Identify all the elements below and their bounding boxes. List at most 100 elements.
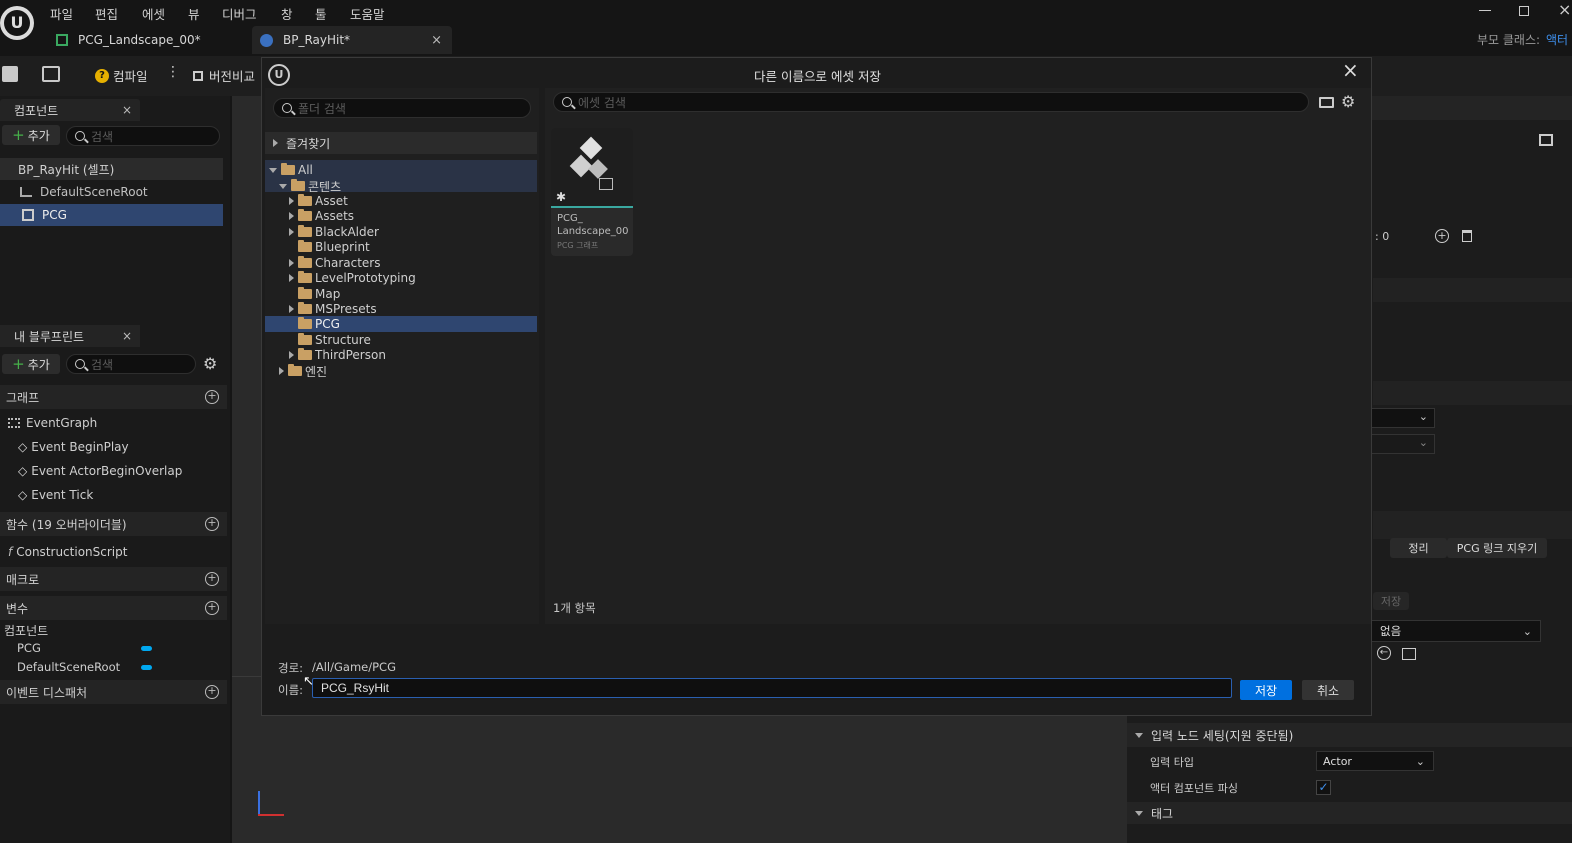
tab-pcg-landscape[interactable]: PCG_Landscape_00*	[56, 26, 246, 54]
tab-bp-rayhit[interactable]: BP_RayHit* ×	[252, 26, 452, 54]
menu-window[interactable]: 창	[281, 4, 293, 23]
menu-help[interactable]: 도움말	[350, 4, 385, 23]
graph-item-eventgraph[interactable]: EventGraph	[8, 415, 97, 431]
details-row	[1373, 381, 1572, 405]
diff-button[interactable]: 버전비교	[193, 66, 255, 85]
gear-icon[interactable]: ⚙	[1341, 92, 1355, 111]
parent-class-link[interactable]: 액터	[1546, 31, 1568, 48]
save-button-disabled[interactable]: 저장	[1373, 592, 1409, 610]
browse-folder-icon[interactable]	[1402, 648, 1416, 660]
table-view-icon[interactable]	[1539, 134, 1553, 146]
input-type-dropdown[interactable]: Actor ⌄	[1316, 751, 1434, 771]
variable-item-pcg[interactable]: PCG	[17, 640, 157, 656]
browse-icon[interactable]	[42, 66, 60, 82]
tree-item-blackalder[interactable]: BlackAlder	[289, 224, 379, 240]
folder-search-input[interactable]: 폴더 검색	[273, 98, 531, 118]
close-icon[interactable]: ×	[122, 103, 132, 117]
component-item-self[interactable]: BP_RayHit (셀프)	[0, 158, 223, 180]
close-icon[interactable]: ×	[1342, 58, 1359, 82]
menu-file[interactable]: 파일	[50, 4, 73, 23]
graph-section[interactable]: 그래프 +	[0, 385, 227, 409]
mouse-cursor-icon: ↖	[303, 674, 314, 689]
unreal-logo-icon[interactable]: U	[0, 6, 34, 40]
compile-button[interactable]: ? 컴파일	[95, 66, 148, 85]
event-item-beginplay[interactable]: ◇ Event BeginPlay	[18, 439, 129, 455]
my-blueprint-tab[interactable]: 내 블루프린트 ×	[0, 325, 140, 347]
cancel-button[interactable]: 취소	[1302, 680, 1354, 700]
maximize-icon[interactable]	[1519, 6, 1529, 16]
dropdown[interactable]: ⌄	[1371, 408, 1435, 428]
variables-section[interactable]: 변수 +	[0, 596, 227, 620]
close-icon[interactable]: ×	[122, 329, 132, 343]
components-search-input[interactable]: 검색	[66, 126, 220, 146]
name-label: 이름:	[278, 683, 304, 697]
tree-item-content[interactable]: 콘텐츠	[279, 178, 341, 194]
tree-item-blueprint[interactable]: Blueprint	[298, 239, 370, 255]
add-blueprint-item-button[interactable]: + 추가	[2, 354, 60, 374]
add-component-button[interactable]: + 추가	[2, 125, 60, 145]
macros-section[interactable]: 매크로 +	[0, 567, 227, 591]
none-dropdown[interactable]: 없음 ⌄	[1371, 620, 1541, 642]
add-dispatcher-icon[interactable]: +	[205, 685, 219, 699]
close-window-icon[interactable]: ×	[1558, 0, 1571, 19]
menu-edit[interactable]: 편집	[95, 4, 118, 23]
menu-debug[interactable]: 디버그	[222, 4, 257, 23]
tree-item-all[interactable]: All	[269, 162, 313, 178]
event-dispatchers-section[interactable]: 이벤트 디스패처 +	[0, 680, 227, 704]
parse-components-checkbox[interactable]: ✓	[1316, 780, 1331, 795]
event-item-actorbeginoverlap[interactable]: ◇ Event ActorBeginOverlap	[18, 463, 182, 479]
chevron-down-icon: ⌄	[1522, 624, 1532, 638]
components-tab[interactable]: 컴포넌트 ×	[0, 99, 140, 121]
tree-item-mspresets[interactable]: MSPresets	[289, 301, 377, 317]
minimize-icon[interactable]	[1479, 10, 1491, 11]
add-variable-icon[interactable]: +	[205, 601, 219, 615]
close-icon[interactable]: ×	[431, 33, 442, 48]
tree-item-asset[interactable]: Asset	[289, 193, 348, 209]
section-label: 변수	[6, 601, 29, 616]
input-node-section[interactable]: 입력 노드 세팅(지원 중단됨)	[1127, 723, 1572, 747]
tree-item-map[interactable]: Map	[298, 286, 340, 302]
add-graph-icon[interactable]: +	[205, 390, 219, 404]
function-item-constructionscript[interactable]: f ConstructionScript	[8, 544, 127, 560]
tree-item-levelprototyping[interactable]: LevelPrototyping	[289, 270, 416, 286]
add-function-icon[interactable]: +	[205, 517, 219, 531]
asset-name-input[interactable]	[312, 678, 1232, 698]
gear-icon[interactable]: ⚙	[203, 354, 217, 373]
folder-view-icon[interactable]	[1319, 97, 1334, 108]
search-placeholder: 검색	[91, 129, 114, 144]
asset-search-input[interactable]: 에셋 검색	[553, 92, 1309, 112]
folder-icon	[298, 225, 312, 237]
arrange-button[interactable]: 정리	[1390, 538, 1447, 558]
functions-section[interactable]: 함수 (19 오버라이더블) +	[0, 512, 227, 536]
favorites-section[interactable]: 즐겨찾기	[265, 132, 537, 154]
trash-icon[interactable]	[1462, 230, 1472, 242]
tree-item-structure[interactable]: Structure	[298, 332, 371, 348]
variable-item-defaultsceneroot[interactable]: DefaultSceneRoot	[17, 659, 157, 675]
save-icon[interactable]	[2, 66, 18, 82]
tree-item-thirdperson[interactable]: ThirdPerson	[289, 347, 386, 363]
clear-pcg-links-button[interactable]: PCG 링크 지우기	[1447, 538, 1547, 558]
arrow-left-icon[interactable]: ←	[1377, 646, 1391, 660]
menu-view[interactable]: 뷰	[188, 4, 200, 23]
dropdown[interactable]: ⌄	[1371, 434, 1435, 454]
expand-icon	[1135, 732, 1143, 738]
tree-item-assets[interactable]: Assets	[289, 208, 354, 224]
components-subsection[interactable]: 컴포넌트	[4, 622, 48, 638]
folder-icon	[298, 256, 312, 268]
event-item-tick[interactable]: ◇ Event Tick	[18, 487, 93, 503]
save-button[interactable]: 저장	[1240, 680, 1292, 700]
component-item-pcg[interactable]: PCG	[0, 204, 223, 226]
menu-tools[interactable]: 툴	[315, 4, 327, 23]
tree-item-engine[interactable]: 엔진	[279, 363, 327, 379]
add-macro-icon[interactable]: +	[205, 572, 219, 586]
menu-asset[interactable]: 에셋	[142, 4, 165, 23]
component-item-defaultsceneroot[interactable]: DefaultSceneRoot	[20, 183, 148, 201]
add-element-icon[interactable]: +	[1435, 229, 1449, 243]
tags-section[interactable]: 태그	[1127, 802, 1572, 824]
compile-options-icon[interactable]: ⋮	[166, 64, 180, 80]
blueprint-search-input[interactable]: 검색	[66, 354, 196, 374]
tree-item-characters[interactable]: Characters	[289, 255, 381, 271]
tree-item-pcg[interactable]: PCG	[298, 316, 340, 332]
asset-tile-pcg-landscape[interactable]: ✱ PCG_ Landscape_00 PCG 그래프	[551, 128, 633, 256]
expand-icon	[273, 139, 278, 147]
